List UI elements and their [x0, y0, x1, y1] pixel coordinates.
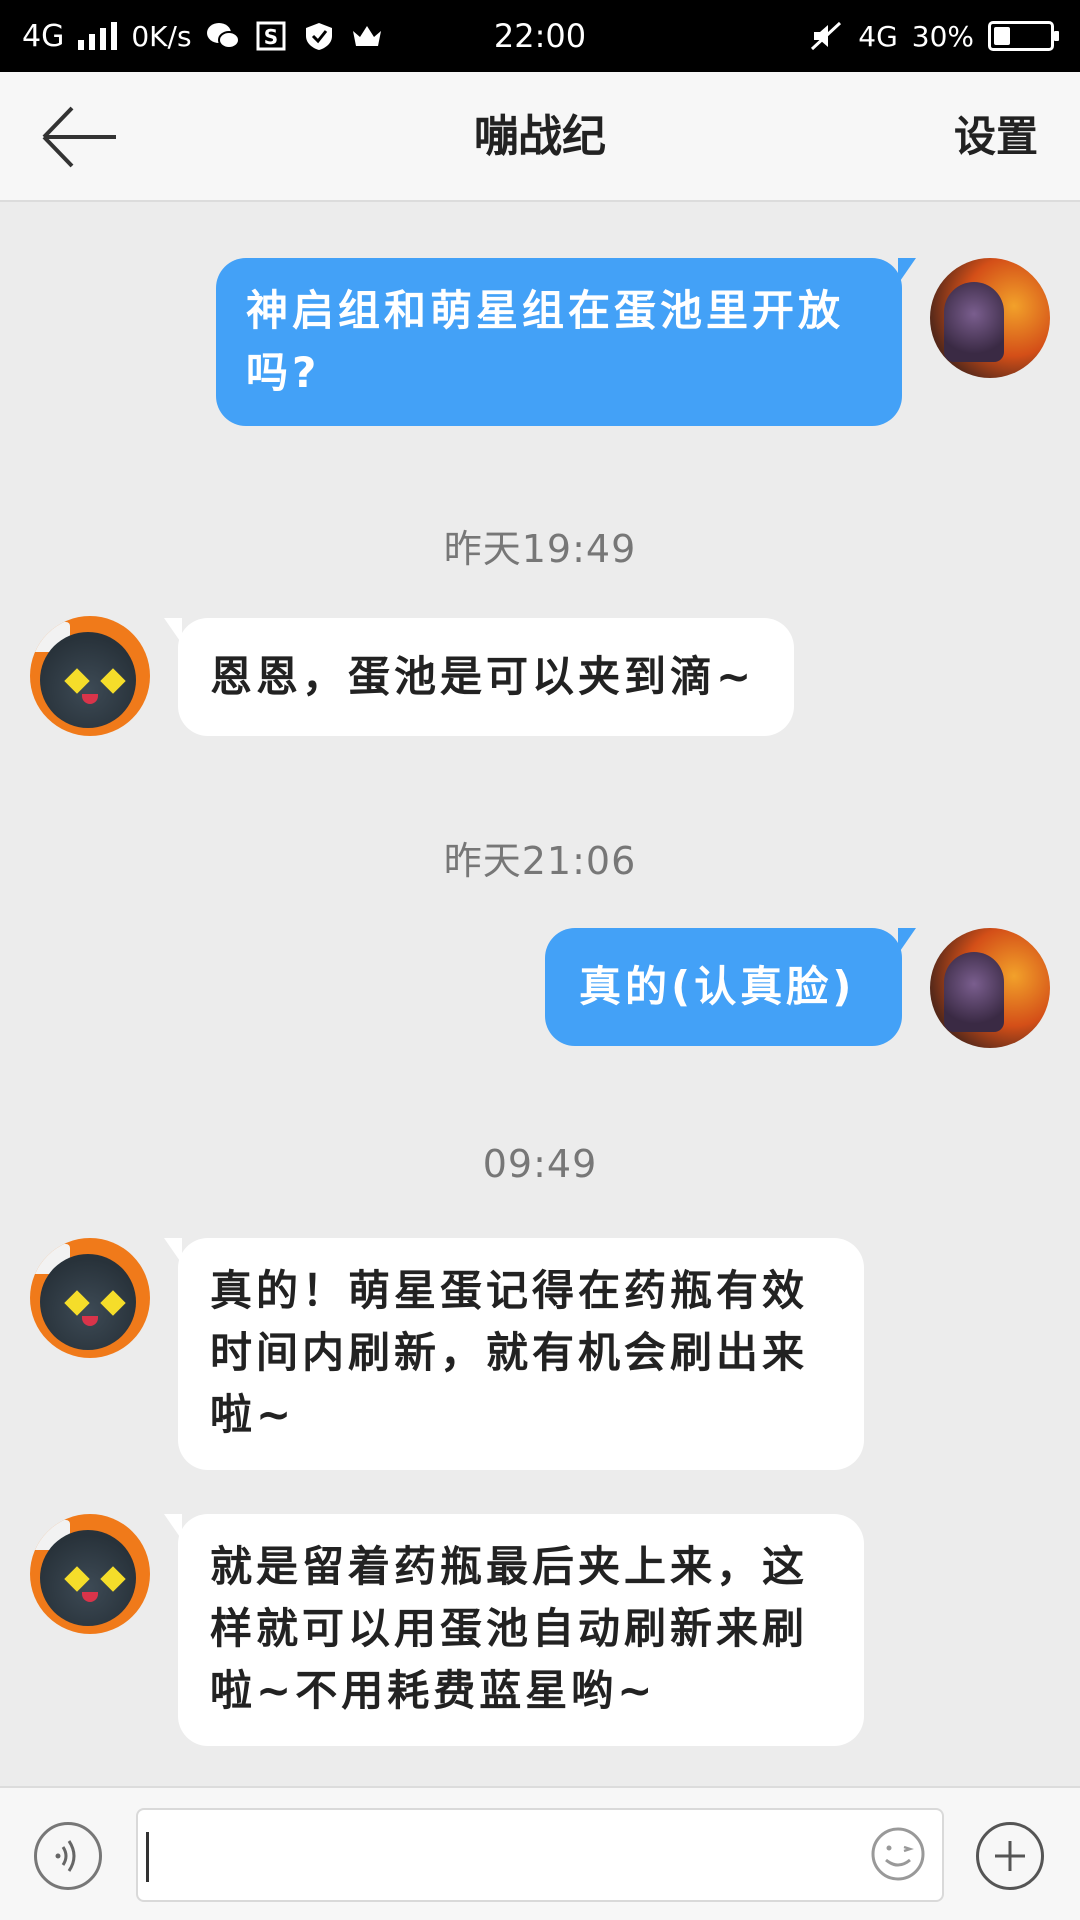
chat-screen: 4G 0K/s S 22:00 4G 30% 嘣战纪 设置 神启组和萌星组在蛋池… — [0, 0, 1080, 1920]
more-options-button[interactable] — [976, 1822, 1044, 1890]
contact-avatar[interactable] — [30, 616, 150, 736]
message-bubble-outgoing[interactable]: 神启组和萌星组在蛋池里开放 吗? — [216, 258, 916, 426]
message-bubble-outgoing[interactable]: 真的(认真脸) — [545, 928, 916, 1046]
chat-title: 嘣战纪 — [474, 111, 606, 162]
battery-icon — [988, 21, 1059, 51]
message-bubble-incoming[interactable]: 就是留着药瓶最后夹上来，这 样就可以用蛋池自动刷新来刷 啦~不用耗费蓝星哟~ — [164, 1514, 864, 1746]
status-right: 4G 30% — [810, 0, 1059, 72]
timestamp: 昨天21:06 — [443, 839, 637, 883]
text-cursor — [146, 1832, 149, 1882]
message-input[interactable] — [136, 1808, 944, 1902]
emoji-icon — [871, 1827, 925, 1881]
message-bubble-incoming[interactable]: 真的！萌星蛋记得在药瓶有效 时间内刷新，就有机会刷出来 啦~ — [164, 1238, 864, 1470]
mute-icon — [811, 21, 842, 51]
status-bar: 4G 0K/s S 22:00 4G 30% — [0, 0, 1080, 72]
message-bubble-incoming[interactable]: 恩恩，蛋池是可以夹到滴~ — [164, 618, 794, 736]
self-avatar[interactable] — [930, 928, 1050, 1048]
plus-icon — [995, 1841, 1025, 1871]
network-type-right: 4G — [858, 19, 898, 53]
battery-tip — [1054, 31, 1059, 41]
voice-button[interactable] — [34, 1822, 102, 1890]
emoji-button[interactable] — [868, 1824, 928, 1884]
voice-icon — [55, 1840, 76, 1872]
avatar-figure — [944, 952, 1004, 1032]
contact-avatar[interactable] — [30, 1514, 150, 1634]
settings-button[interactable]: 设置 — [954, 72, 1038, 202]
chat-header: 嘣战纪 设置 — [0, 72, 1080, 202]
timestamp: 09:49 — [482, 1142, 598, 1186]
timestamp: 昨天19:49 — [443, 527, 637, 571]
self-avatar[interactable] — [930, 258, 1050, 378]
avatar-figure — [944, 282, 1004, 362]
battery-fill — [994, 27, 1011, 45]
battery-percent: 30% — [911, 19, 974, 53]
input-bar — [0, 1786, 1080, 1920]
contact-avatar[interactable] — [30, 1238, 150, 1358]
